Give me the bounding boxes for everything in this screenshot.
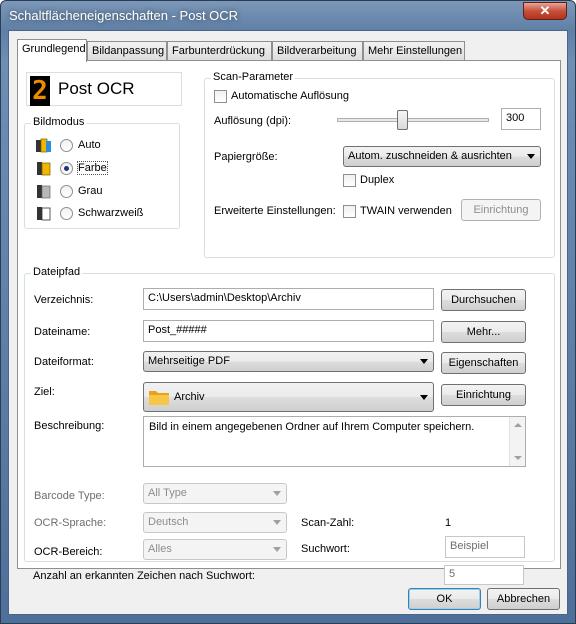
scroll-down-icon[interactable] xyxy=(514,456,522,460)
target-dropdown[interactable]: Archiv xyxy=(143,382,434,412)
tab-label: Bildverarbeitung xyxy=(277,45,357,57)
search-word-input[interactable]: Beispiel xyxy=(445,536,525,558)
more-button[interactable]: Mehr... xyxy=(441,321,526,343)
window-title: Schaltflächeneigenschaften - Post OCR xyxy=(9,8,239,23)
profile-name: Post OCR xyxy=(58,79,135,98)
bw-mode-icon xyxy=(37,207,51,221)
file-format-label: Dateiformat: xyxy=(34,356,94,368)
description-scrollbar[interactable] xyxy=(509,417,525,466)
title-bar[interactable]: Schaltflächeneigenschaften - Post OCR ✕ xyxy=(1,1,575,31)
tab-label: Farbunterdrückung xyxy=(172,45,265,57)
close-icon: ✕ xyxy=(539,3,551,18)
tab-grundlegend[interactable]: Grundlegend xyxy=(17,39,87,62)
description-text: Bild in einem angegebenen Ordner auf Ihr… xyxy=(149,421,475,433)
target-setup-button[interactable]: Einrichtung xyxy=(441,384,526,406)
folder-icon xyxy=(149,391,169,405)
barcode-type-value: All Type xyxy=(148,487,187,499)
auto-mode-icon xyxy=(36,138,51,153)
auto-resolution-label[interactable]: Automatische Auflösung xyxy=(231,90,349,102)
dialog-client-area: Grundlegend Bildanpassung Farbunterdrück… xyxy=(8,30,568,615)
file-path-title: Dateipfad xyxy=(31,266,83,278)
color-label[interactable]: Farbe xyxy=(77,161,108,175)
tab-bildanpassung[interactable]: Bildanpassung xyxy=(87,41,167,61)
profile-header: 2 Post OCR xyxy=(26,72,182,106)
gray-radio[interactable] xyxy=(60,185,73,198)
chevron-down-icon xyxy=(527,154,535,159)
resolution-label: Auflösung (dpi): xyxy=(214,115,292,127)
resolution-input[interactable]: 300 xyxy=(501,108,541,130)
filename-input[interactable]: Post_##### xyxy=(143,320,434,342)
ocr-area-dropdown[interactable]: Alles xyxy=(143,539,287,560)
char-count-input[interactable]: 5 xyxy=(444,565,524,585)
section-separator xyxy=(33,473,525,474)
directory-input[interactable]: C:\Users\admin\Desktop\Archiv xyxy=(143,288,434,310)
target-label: Ziel: xyxy=(34,386,55,398)
profile-number-icon: 2 xyxy=(30,76,50,106)
auto-label[interactable]: Auto xyxy=(78,139,101,151)
color-mode-icon xyxy=(37,162,51,176)
image-mode-group: Bildmodus Auto Farbe Grau Schwarzweiß xyxy=(24,116,180,229)
paper-size-label: Papiergröße: xyxy=(214,151,278,163)
duplex-label[interactable]: Duplex xyxy=(360,174,394,186)
search-word-label: Suchwort: xyxy=(301,543,350,555)
scan-parameters-title: Scan-Parameter xyxy=(211,71,296,83)
ocr-language-value: Deutsch xyxy=(148,516,189,528)
tab-label: Bildanpassung xyxy=(92,45,165,57)
scan-parameters-group: Scan-Parameter Automatische Auflösung Au… xyxy=(204,71,555,258)
ocr-language-label: OCR-Sprache: xyxy=(34,517,107,529)
scroll-up-icon[interactable] xyxy=(514,423,522,427)
twain-label[interactable]: TWAIN verwenden xyxy=(360,205,452,217)
browse-button[interactable]: Durchsuchen xyxy=(441,289,526,311)
chevron-down-icon xyxy=(420,395,428,400)
scan-count-value: 1 xyxy=(445,517,452,529)
tab-mehr-einstellungen[interactable]: Mehr Einstellungen xyxy=(363,41,465,61)
paper-size-value: Autom. zuschneiden & ausrichten xyxy=(348,150,512,162)
barcode-type-dropdown[interactable]: All Type xyxy=(143,483,287,504)
tab-bildverarbeitung[interactable]: Bildverarbeitung xyxy=(272,41,363,61)
scan-count-label: Scan-Zahl: xyxy=(301,517,355,529)
gray-label[interactable]: Grau xyxy=(78,185,102,197)
ocr-language-dropdown[interactable]: Deutsch xyxy=(143,512,287,533)
directory-label: Verzeichnis: xyxy=(34,294,94,306)
target-value: Archiv xyxy=(174,391,205,403)
file-path-group: Dateipfad Verzeichnis: C:\Users\admin\De… xyxy=(24,266,555,562)
char-count-label: Anzahl an erkannten Zeichen nach Suchwor… xyxy=(33,570,255,582)
ok-button[interactable]: OK xyxy=(408,588,481,610)
chevron-down-icon xyxy=(273,547,281,552)
twain-checkbox[interactable] xyxy=(343,205,356,218)
file-format-value: Mehrseitige PDF xyxy=(148,355,230,367)
barcode-type-label: Barcode Type: xyxy=(34,490,105,502)
description-label: Beschreibung: xyxy=(34,420,105,432)
chevron-down-icon xyxy=(420,359,428,364)
description-textarea[interactable]: Bild in einem angegebenen Ordner auf Ihr… xyxy=(143,416,526,467)
properties-button[interactable]: Eigenschaften xyxy=(441,352,526,374)
close-button[interactable]: ✕ xyxy=(523,2,567,20)
resolution-slider-thumb[interactable] xyxy=(397,110,408,130)
dialog-window: Schaltflächeneigenschaften - Post OCR ✕ … xyxy=(0,0,576,624)
image-mode-title: Bildmodus xyxy=(31,116,87,128)
cancel-button[interactable]: Abbrechen xyxy=(487,588,560,610)
paper-size-dropdown[interactable]: Autom. zuschneiden & ausrichten xyxy=(343,146,541,167)
chevron-down-icon xyxy=(273,491,281,496)
tab-farbunterdrueckung[interactable]: Farbunterdrückung xyxy=(167,41,272,61)
ocr-area-label: OCR-Bereich: xyxy=(34,546,103,558)
auto-resolution-checkbox[interactable] xyxy=(214,90,227,103)
gray-mode-icon xyxy=(37,185,51,199)
file-format-dropdown[interactable]: Mehrseitige PDF xyxy=(143,351,434,372)
tab-label: Mehr Einstellungen xyxy=(368,45,463,57)
color-radio[interactable] xyxy=(60,162,73,175)
scan-setup-button[interactable]: Einrichtung xyxy=(461,199,541,221)
tab-panel-grundlegend: 2 Post OCR Bildmodus Auto Farbe Grau Sch… xyxy=(17,60,561,585)
chevron-down-icon xyxy=(273,520,281,525)
tab-label: Grundlegend xyxy=(22,43,86,55)
ocr-area-value: Alles xyxy=(148,543,172,555)
duplex-checkbox[interactable] xyxy=(343,174,356,187)
resolution-slider-track[interactable] xyxy=(337,118,489,122)
advanced-settings-label: Erweiterte Einstellungen: xyxy=(214,205,336,217)
bw-radio[interactable] xyxy=(60,207,73,220)
auto-radio[interactable] xyxy=(60,139,73,152)
filename-label: Dateiname: xyxy=(34,326,91,338)
bw-label[interactable]: Schwarzweiß xyxy=(78,207,143,219)
